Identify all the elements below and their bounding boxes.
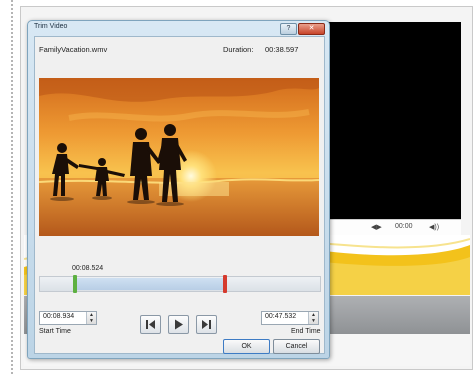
rewind-icon[interactable]: ◀▶ — [371, 223, 382, 231]
background-video-preview — [323, 22, 461, 220]
end-time-spinner[interactable]: ▲ ▼ — [308, 312, 318, 324]
dialog-body: FamilyVacation.wmv Duration: 00:38.597 0… — [34, 36, 325, 354]
ok-button[interactable]: OK — [223, 339, 270, 354]
background-player-time: 00:00 — [395, 223, 413, 230]
end-trim-handle[interactable] — [223, 275, 227, 293]
start-time-spinner[interactable]: ▲ ▼ — [86, 312, 96, 324]
volume-icon[interactable]: ◀)) — [429, 223, 439, 231]
video-preview — [39, 78, 319, 236]
close-button[interactable]: ✕ — [298, 23, 325, 35]
dotted-divider — [11, 0, 13, 374]
trim-selection-range — [75, 278, 225, 290]
next-frame-button[interactable] — [196, 315, 217, 334]
start-time-value: 00:08.934 — [43, 313, 75, 320]
trim-slider-track[interactable] — [39, 275, 321, 293]
cancel-button[interactable]: Cancel — [273, 339, 320, 354]
end-time-field[interactable]: 00:47.532 ▲ ▼ — [261, 311, 319, 325]
play-icon — [175, 319, 183, 330]
duration-value: 00:38.597 — [265, 45, 299, 54]
start-time-label: Start Time — [39, 328, 71, 335]
start-time-field[interactable]: 00:08.934 ▲ ▼ — [39, 311, 97, 325]
help-button[interactable]: ? — [280, 23, 297, 35]
dialog-title: Trim Video — [34, 23, 68, 30]
current-time-marker: 00:08.524 — [72, 265, 104, 272]
play-button[interactable] — [168, 315, 189, 334]
duration-label: Duration: — [223, 45, 254, 54]
file-name: FamilyVacation.wmv — [39, 45, 108, 54]
next-frame-icon — [202, 320, 211, 329]
trim-video-dialog: Trim Video ? ✕ FamilyVacation.wmv Durati… — [27, 20, 330, 359]
start-trim-handle[interactable] — [73, 275, 77, 293]
title-bar-buttons: ? ✕ — [280, 23, 325, 35]
previous-frame-icon — [146, 320, 155, 329]
end-time-label: End Time — [291, 328, 321, 335]
previous-frame-button[interactable] — [140, 315, 161, 334]
end-time-value: 00:47.532 — [265, 313, 297, 320]
